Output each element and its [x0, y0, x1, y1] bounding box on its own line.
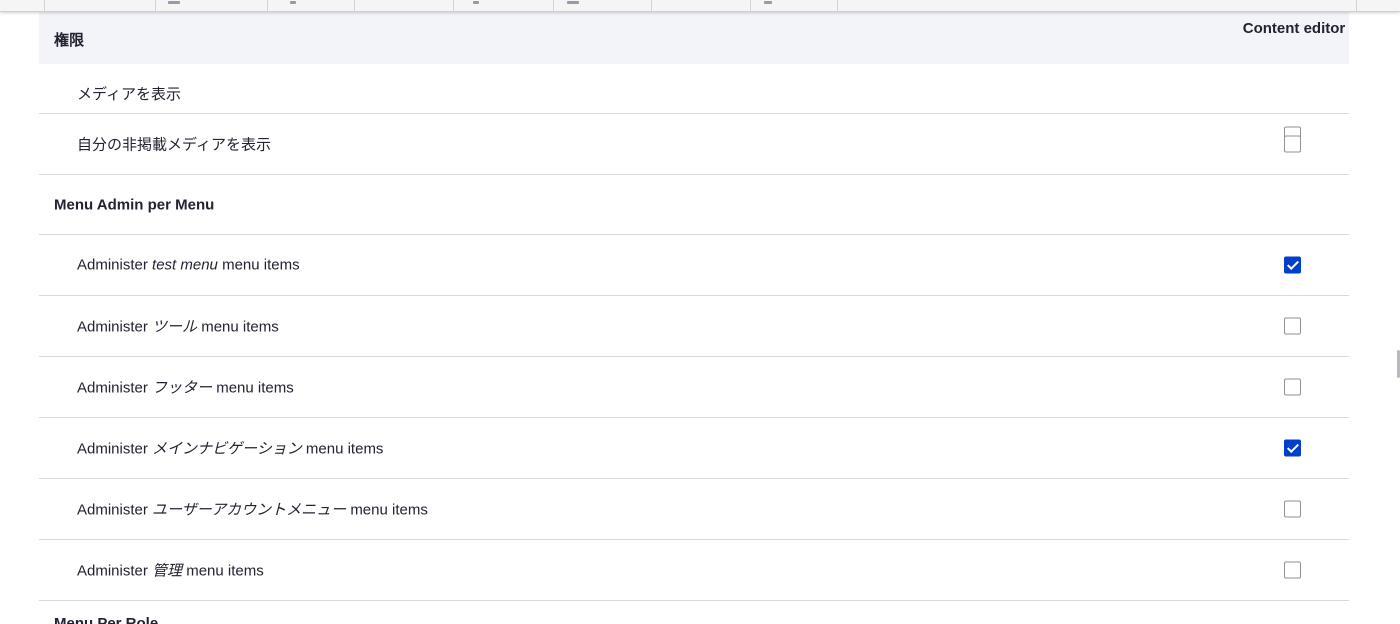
toolbar-item-icon[interactable] [473, 1, 479, 4]
permission-row: Administer ツール menu items [39, 296, 1349, 357]
toolbar-divider [553, 0, 554, 11]
permission-label-suffix: menu items [216, 379, 294, 397]
permission-row: Administer フッター menu items [39, 357, 1349, 418]
permission-label-suffix: menu items [186, 562, 264, 580]
toolbar-divider [837, 0, 838, 11]
permission-label: メディアを表示 [77, 86, 181, 103]
permission-label: Administer ツール menu items [77, 316, 279, 337]
table-body: メディアを表示自分の非掲載メディアを表示 Menu Admin per Menu A… [39, 64, 1349, 601]
permission-label-suffix: menu items [350, 501, 428, 519]
permission-label: Administer フッター menu items [77, 377, 294, 398]
permission-label-prefix: Administer [77, 256, 148, 274]
permission-label-prefix: Administer [77, 440, 148, 458]
table-header: 権限 Content editor [39, 12, 1349, 64]
permission-label-suffix: menu items [305, 440, 384, 458]
permissions-table: 権限 Content editor メディアを表示自分の非掲載メディアを表示 Me… [39, 12, 1349, 601]
content-editor-permission-checkbox[interactable] [1284, 561, 1301, 579]
permission-row: Administer メインナビゲーション menu items [39, 418, 1349, 479]
permission-row: メディアを表示 [39, 64, 1349, 144]
toolbar-divider [453, 0, 454, 11]
content-editor-column-header: Content editor [1242, 20, 1346, 37]
content-editor-permission-checkbox[interactable] [1284, 500, 1301, 518]
permission-label: Administer test menu menu items [77, 257, 300, 274]
module-row: Menu Admin per Menu [39, 175, 1349, 235]
permission-row: Administer 管理 menu items [39, 540, 1349, 601]
content-editor-permission-checkbox[interactable] [1284, 439, 1301, 457]
permission-row: Administer test menu menu items [39, 235, 1349, 296]
toolbar-divider [1356, 0, 1357, 11]
menu-name: 管理 [152, 562, 183, 580]
menu-name: ツール [152, 318, 198, 336]
admin-toolbar [0, 0, 1400, 12]
permission-row: 自分の非掲載メディアを表示 [39, 114, 1349, 175]
toolbar-item-icon[interactable] [290, 1, 296, 4]
module-row-label-partial: Menu Per Role [54, 615, 159, 624]
module-row-label: Menu Admin per Menu [54, 196, 215, 213]
toolbar-divider [354, 0, 355, 11]
content-editor-permission-checkbox[interactable] [1284, 256, 1301, 274]
permission-label-prefix: Administer [77, 562, 148, 580]
content-editor-permission-checkbox[interactable] [1284, 135, 1301, 153]
permission-label: Administer ユーザーアカウントメニュー menu items [77, 499, 428, 520]
permission-label-prefix: Administer [77, 318, 148, 336]
permission-label: Administer メインナビゲーション menu items [77, 438, 383, 459]
menu-name: ユーザーアカウントメニュー [152, 501, 347, 519]
permission-column-header: 権限 [54, 32, 85, 49]
toolbar-item-icon[interactable] [764, 1, 772, 4]
toolbar-item-icon[interactable] [168, 1, 180, 4]
permission-row: Administer ユーザーアカウントメニュー menu items [39, 479, 1349, 540]
permission-label: Administer 管理 menu items [77, 560, 264, 581]
toolbar-divider [750, 0, 751, 11]
toolbar-divider [155, 0, 156, 11]
menu-name: メインナビゲーション [152, 440, 302, 458]
permission-label: 自分の非掲載メディアを表示 [77, 136, 271, 154]
menu-name: test menu [152, 256, 218, 274]
content-editor-permission-checkbox[interactable] [1284, 317, 1301, 335]
permission-label-suffix: menu items [201, 318, 279, 336]
permission-label-suffix: menu items [222, 256, 300, 274]
toolbar-divider [651, 0, 652, 11]
permission-label-prefix: Administer [77, 379, 148, 397]
toolbar-item-icon[interactable] [567, 1, 579, 4]
toolbar-divider [267, 0, 268, 11]
permission-label-prefix: Administer [77, 501, 148, 519]
menu-name: フッター [152, 379, 213, 397]
toolbar-divider [44, 0, 45, 11]
content-editor-permission-checkbox[interactable] [1284, 378, 1301, 396]
